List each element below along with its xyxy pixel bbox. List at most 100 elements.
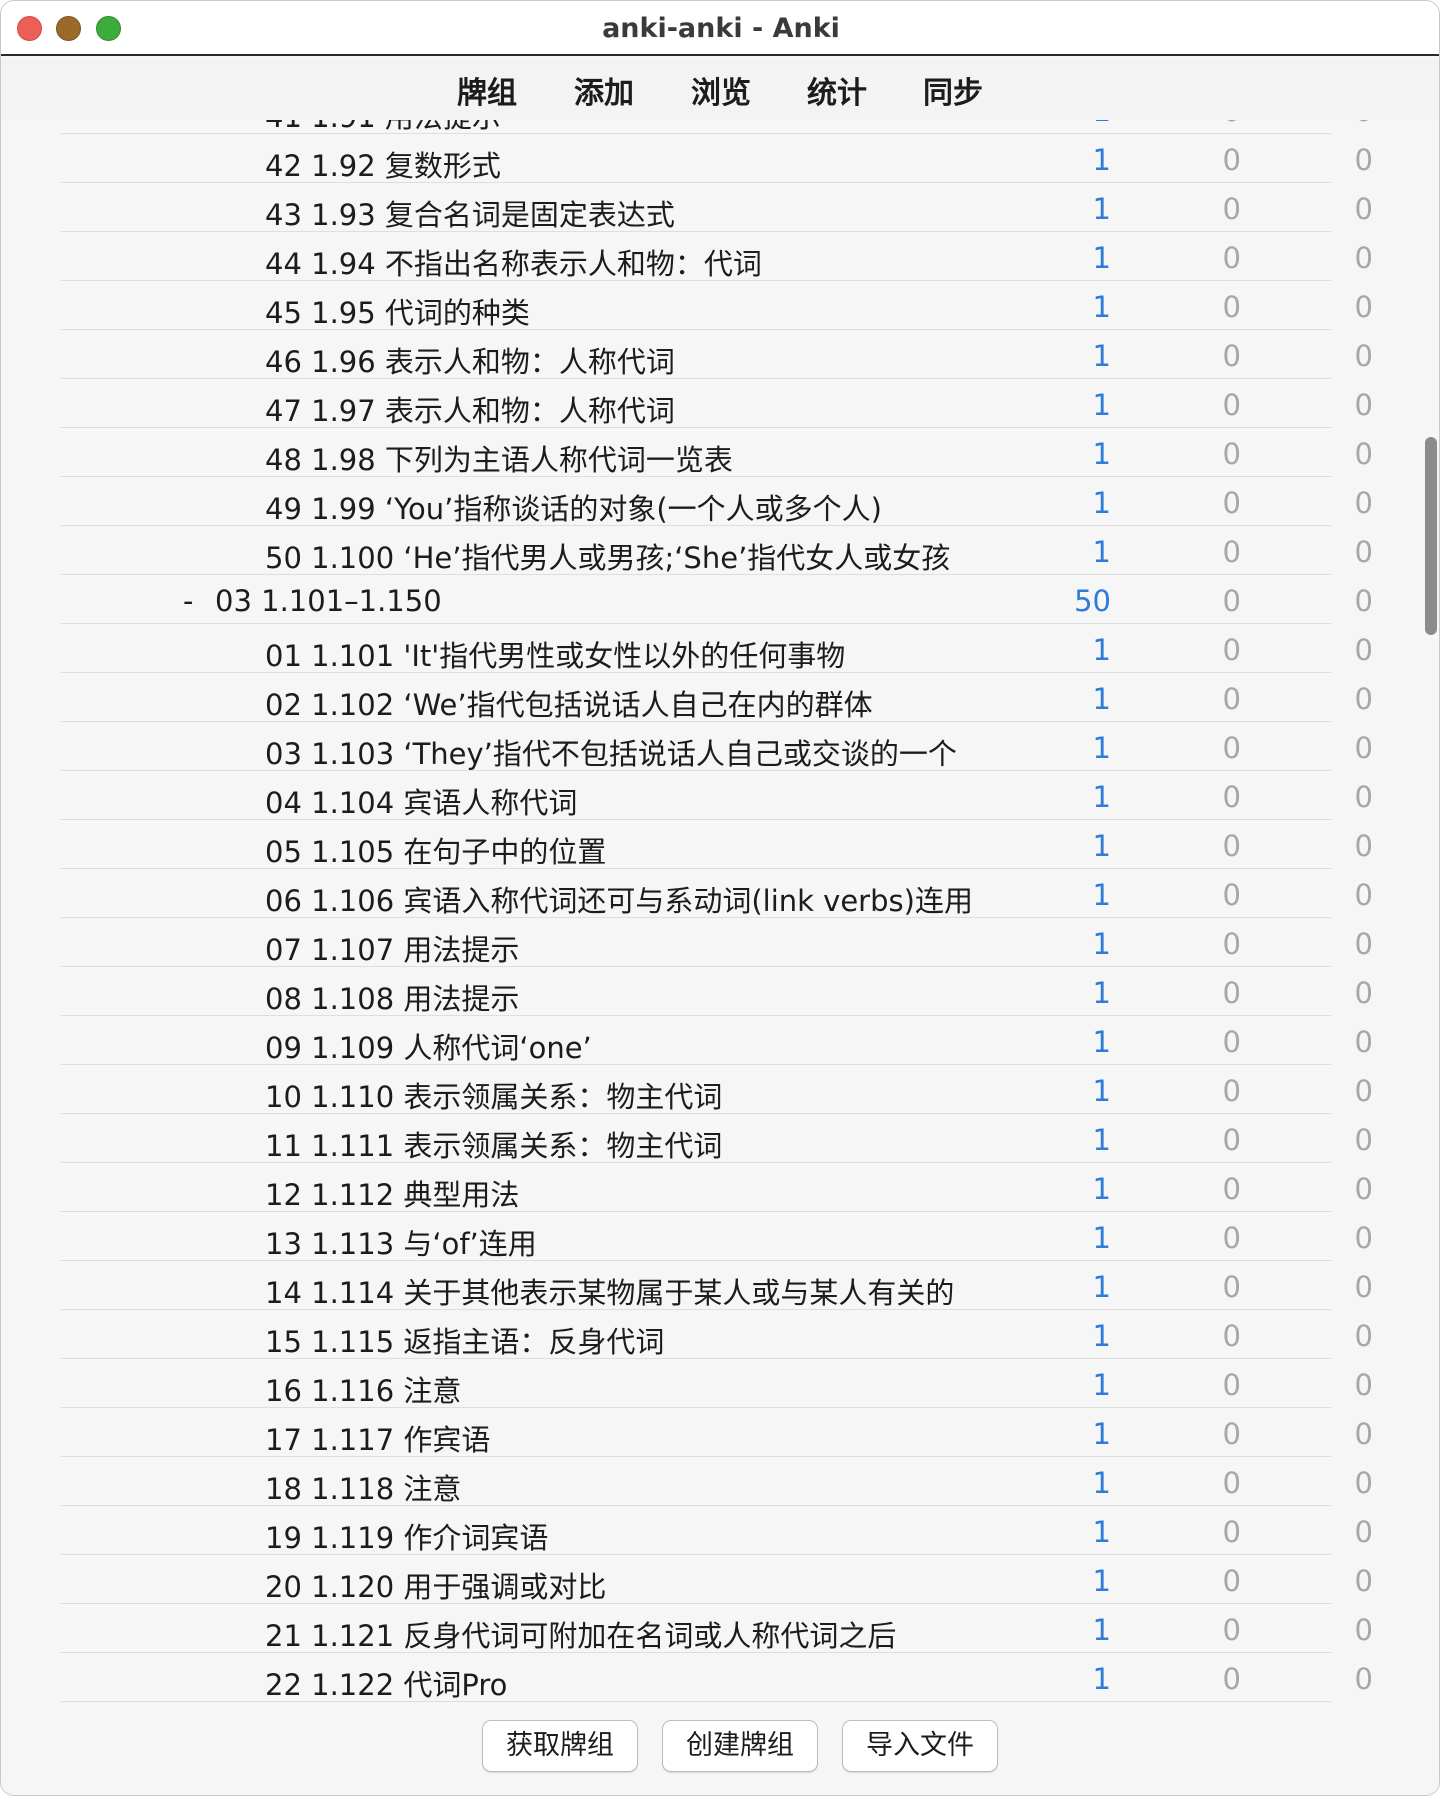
- learn-count: 0: [1222, 1123, 1241, 1157]
- deck-row[interactable]: 06 1.106 宾语入称代词还可与系动词(link verbs)连用 1 0 0: [61, 869, 1373, 920]
- deck-row[interactable]: 18 1.118 注意 1 0 0: [61, 1457, 1373, 1508]
- learn-count: 0: [1222, 388, 1241, 422]
- due-count: 0: [1354, 1025, 1373, 1059]
- learn-count: 0: [1222, 1662, 1241, 1696]
- deck-name[interactable]: 04 1.104 宾语人称代词: [265, 780, 1010, 822]
- deck-row[interactable]: 50 1.100 ‘He’指代男人或男孩;‘She’指代女人或女孩 1 0 0: [61, 526, 1373, 577]
- toolbar-browse-link[interactable]: 浏览: [691, 68, 751, 112]
- deck-name[interactable]: 03 1.101–1.150: [215, 584, 1010, 618]
- deck-name[interactable]: 17 1.117 作宾语: [265, 1417, 1010, 1459]
- get-shared-decks-button[interactable]: 获取牌组: [482, 1720, 638, 1772]
- learn-count: 0: [1222, 1074, 1241, 1108]
- deck-row-partial[interactable]: 41 1.91 用法提示 1 0 0: [61, 120, 1373, 134]
- deck-row[interactable]: 11 1.111 表示领属关系：物主代词 1 0 0: [61, 1114, 1373, 1165]
- deck-row[interactable]: 10 1.110 表示领属关系：物主代词 1 0 0: [61, 1065, 1373, 1116]
- deck-row[interactable]: 04 1.104 宾语人称代词 1 0 0: [61, 771, 1373, 822]
- deck-row[interactable]: 05 1.105 在句子中的位置 1 0 0: [61, 820, 1373, 871]
- deck-row[interactable]: 13 1.113 与‘of’连用 1 0 0: [61, 1212, 1373, 1263]
- deck-row[interactable]: 49 1.99 ‘You’指称谈话的对象(一个人或多个人) 1 0 0: [61, 477, 1373, 528]
- deck-row[interactable]: 08 1.108 用法提示 1 0 0: [61, 967, 1373, 1018]
- deck-name[interactable]: 19 1.119 作介词宾语: [265, 1515, 1010, 1557]
- deck-row[interactable]: 45 1.95 代词的种类 1 0 0: [61, 281, 1373, 332]
- deck-row[interactable]: 48 1.98 下列为主语人称代词一览表 1 0 0: [61, 428, 1373, 479]
- deck-name[interactable]: 15 1.115 返指主语：反身代词: [265, 1319, 1010, 1361]
- new-count: 1: [1092, 1368, 1111, 1402]
- new-count: 1: [1092, 1270, 1111, 1304]
- deck-row[interactable]: 16 1.116 注意 1 0 0: [61, 1359, 1373, 1410]
- title-bar[interactable]: anki-anki - Anki: [1, 1, 1439, 56]
- deck-name[interactable]: 21 1.121 反身代词可附加在名词或人称代词之后: [265, 1613, 1010, 1655]
- deck-row[interactable]: 46 1.96 表示人和物：人称代词 1 0 0: [61, 330, 1373, 381]
- deck-name[interactable]: 22 1.122 代词Pro: [265, 1662, 1010, 1704]
- deck-list: 41 1.91 用法提示 1 0 0 42 1.92 复数形式10043 1.9…: [1, 120, 1421, 1710]
- deck-name[interactable]: 18 1.118 注意: [265, 1466, 1010, 1508]
- create-deck-button[interactable]: 创建牌组: [662, 1720, 818, 1772]
- due-count: 0: [1354, 927, 1373, 961]
- deck-row[interactable]: 15 1.115 返指主语：反身代词 1 0 0: [61, 1310, 1373, 1361]
- deck-row[interactable]: 03 1.103 ‘They’指代不包括说话人自己或交谈的一个 1 0 0: [61, 722, 1373, 773]
- learn-count: 0: [1222, 1270, 1241, 1304]
- deck-row[interactable]: 02 1.102 ‘We’指代包括说话人自己在内的群体 1 0 0: [61, 673, 1373, 724]
- deck-name[interactable]: 48 1.98 下列为主语人称代词一览表: [265, 437, 1010, 479]
- deck-name[interactable]: 13 1.113 与‘of’连用: [265, 1221, 1010, 1263]
- deck-name[interactable]: 02 1.102 ‘We’指代包括说话人自己在内的群体: [265, 682, 1010, 724]
- deck-row[interactable]: 09 1.109 人称代词‘one’ 1 0 0: [61, 1016, 1373, 1067]
- new-count: 1: [1092, 829, 1111, 863]
- toolbar-sync-link[interactable]: 同步: [923, 68, 983, 112]
- deck-name[interactable]: 49 1.99 ‘You’指称谈话的对象(一个人或多个人): [265, 486, 1010, 528]
- deck-row[interactable]: 47 1.97 表示人和物：人称代词 1 0 0: [61, 379, 1373, 430]
- toolbar-decks-link[interactable]: 牌组: [457, 68, 517, 112]
- deck-row[interactable]: 17 1.117 作宾语 1 0 0: [61, 1408, 1373, 1459]
- deck-row[interactable]: 20 1.120 用于强调或对比 1 0 0: [61, 1555, 1373, 1606]
- deck-row[interactable]: 43 1.93 复合名词是固定表达式 1 0 0: [61, 183, 1373, 234]
- deck-row[interactable]: 42 1.92 复数形式 1 0 0: [61, 134, 1373, 185]
- deck-name[interactable]: 44 1.94 不指出名称表示人和物：代词: [265, 241, 1010, 283]
- collapse-toggle[interactable]: -: [183, 584, 193, 618]
- deck-list-scrollbar[interactable]: [1421, 120, 1439, 1710]
- deck-row[interactable]: 21 1.121 反身代词可附加在名词或人称代词之后 1 0 0: [61, 1604, 1373, 1655]
- due-count: 0: [1354, 486, 1373, 520]
- deck-row[interactable]: 44 1.94 不指出名称表示人和物：代词 1 0 0: [61, 232, 1373, 283]
- deck-row[interactable]: 01 1.101 'It'指代男性或女性以外的任何事物 1 0 0: [61, 624, 1373, 675]
- deck-name[interactable]: 50 1.100 ‘He’指代男人或男孩;‘She’指代女人或女孩: [265, 535, 1010, 577]
- deck-row[interactable]: 12 1.112 典型用法 1 0 0: [61, 1163, 1373, 1214]
- new-count: 1: [1092, 1564, 1111, 1598]
- due-count: 0: [1354, 290, 1373, 324]
- learn-count: 0: [1222, 780, 1241, 814]
- import-file-button[interactable]: 导入文件: [842, 1720, 998, 1772]
- deck-name[interactable]: 47 1.97 表示人和物：人称代词: [265, 388, 1010, 430]
- deck-name[interactable]: 06 1.106 宾语入称代词还可与系动词(link verbs)连用: [265, 878, 1010, 920]
- deck-name[interactable]: 43 1.93 复合名词是固定表达式: [265, 192, 1010, 234]
- due-count: 0: [1354, 437, 1373, 471]
- deck-name[interactable]: 42 1.92 复数形式: [265, 143, 1010, 185]
- due-count: 0: [1354, 1123, 1373, 1157]
- new-count: 1: [1092, 486, 1111, 520]
- deck-name[interactable]: 20 1.120 用于强调或对比: [265, 1564, 1010, 1606]
- deck-name[interactable]: 10 1.110 表示领属关系：物主代词: [265, 1074, 1010, 1116]
- deck-row[interactable]: 07 1.107 用法提示 1 0 0: [61, 918, 1373, 969]
- deck-name[interactable]: 01 1.101 'It'指代男性或女性以外的任何事物: [265, 633, 1010, 675]
- learn-count: 0: [1222, 1564, 1241, 1598]
- deck-name[interactable]: 09 1.109 人称代词‘one’: [265, 1025, 1010, 1067]
- due-count: 0: [1354, 1515, 1373, 1549]
- toolbar-stats-link[interactable]: 统计: [807, 68, 867, 112]
- deck-name[interactable]: 14 1.114 关于其他表示某物属于某人或与某人有关的: [265, 1270, 1010, 1312]
- deck-row[interactable]: 14 1.114 关于其他表示某物属于某人或与某人有关的 1 0 0: [61, 1261, 1373, 1312]
- due-count: 0: [1354, 878, 1373, 912]
- deck-row-parent[interactable]: -03 1.101–1.150 50 0 0: [61, 575, 1373, 624]
- deck-name[interactable]: 08 1.108 用法提示: [265, 976, 1010, 1018]
- scrollbar-thumb[interactable]: [1425, 437, 1437, 635]
- deck-name[interactable]: 07 1.107 用法提示: [265, 927, 1010, 969]
- learn-count: 0: [1222, 241, 1241, 275]
- deck-name[interactable]: 12 1.112 典型用法: [265, 1172, 1010, 1214]
- new-count: 1: [1092, 633, 1111, 667]
- deck-row[interactable]: 19 1.119 作介词宾语 1 0 0: [61, 1506, 1373, 1557]
- deck-name[interactable]: 46 1.96 表示人和物：人称代词: [265, 339, 1010, 381]
- deck-row[interactable]: 22 1.122 代词Pro 1 0 0: [61, 1653, 1373, 1704]
- deck-name[interactable]: 03 1.103 ‘They’指代不包括说话人自己或交谈的一个: [265, 731, 1010, 773]
- deck-name[interactable]: 45 1.95 代词的种类: [265, 290, 1010, 332]
- deck-name[interactable]: 16 1.116 注意: [265, 1368, 1010, 1410]
- deck-name[interactable]: 05 1.105 在句子中的位置: [265, 829, 1010, 871]
- toolbar-add-link[interactable]: 添加: [574, 68, 634, 112]
- deck-name[interactable]: 11 1.111 表示领属关系：物主代词: [265, 1123, 1010, 1165]
